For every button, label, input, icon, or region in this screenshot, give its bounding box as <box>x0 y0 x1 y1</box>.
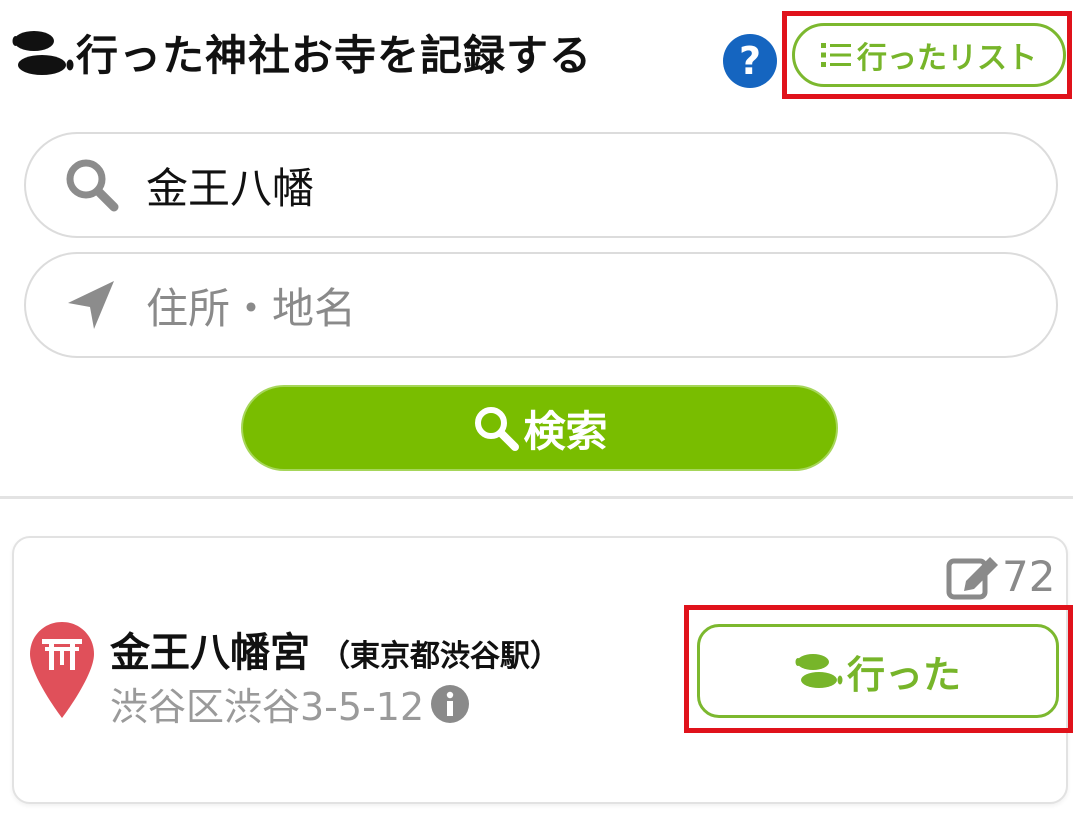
highlight-frame-went <box>684 605 1073 733</box>
location-arrow-icon <box>68 281 114 329</box>
app-header: 行った神社お寺を記録する ? 行ったリスト <box>0 0 1073 110</box>
edit-icon <box>946 557 998 600</box>
shrine-address-row: 渋谷区渋谷3-5-12 <box>110 676 470 731</box>
search-button[interactable]: 検索 <box>241 385 838 471</box>
shrine-pin-icon <box>30 622 94 718</box>
comment-count-link[interactable]: 72 <box>946 551 1055 601</box>
divider <box>0 496 1073 499</box>
help-icon[interactable]: ? <box>723 34 777 88</box>
shrine-name[interactable]: 金王八幡宮 <box>110 620 310 678</box>
shrine-title[interactable]: 金王八幡宮 （東京都渋谷駅） <box>110 620 560 678</box>
keyword-search-field[interactable]: 金王八幡 <box>24 132 1058 238</box>
help-label: ? <box>738 39 762 83</box>
title-text: 行った神社お寺を記録する <box>76 31 593 80</box>
place-search-field[interactable]: 住所・地名 <box>24 252 1058 358</box>
shrine-station: （東京都渋谷駅） <box>320 639 560 674</box>
search-input[interactable]: 金王八幡 <box>146 155 314 216</box>
place-input[interactable]: 住所・地名 <box>146 275 356 336</box>
footprints-icon <box>12 30 74 75</box>
search-icon <box>475 407 520 451</box>
search-icon <box>66 159 119 212</box>
page-title: 行った神社お寺を記録する <box>12 22 592 83</box>
info-icon[interactable] <box>430 684 470 724</box>
shrine-address: 渋谷区渋谷3-5-12 <box>110 685 425 729</box>
search-button-label: 検索 <box>523 406 608 456</box>
highlight-frame-list <box>782 11 1072 99</box>
comment-count: 72 <box>1002 551 1056 601</box>
